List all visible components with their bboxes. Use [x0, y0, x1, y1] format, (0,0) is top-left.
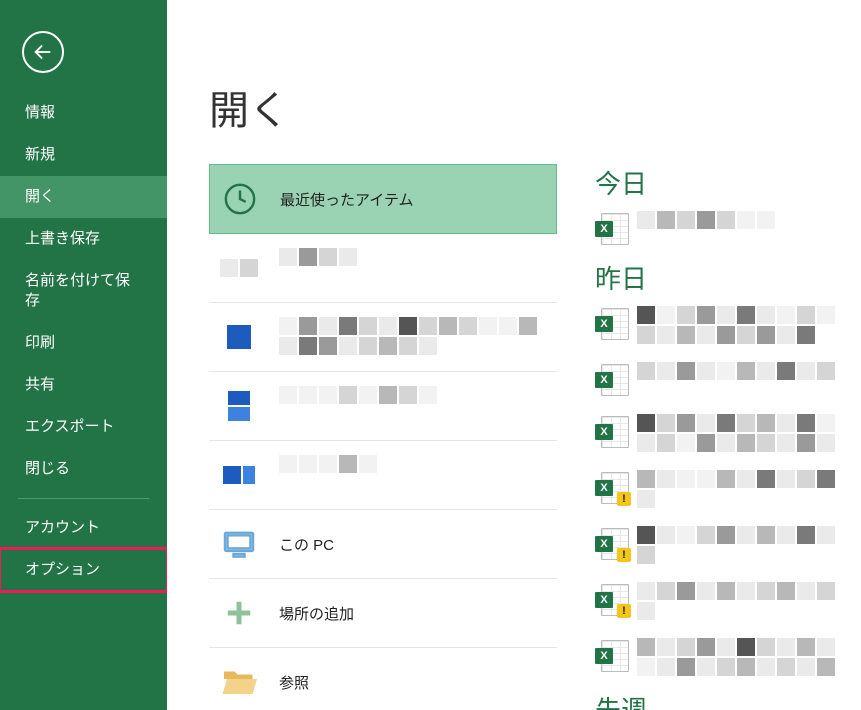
open-locations: 最近使ったアイテム	[209, 164, 557, 710]
folder-open-icon	[219, 662, 259, 702]
plus-icon	[219, 593, 259, 633]
excel-file-icon: X	[595, 306, 629, 340]
redacted-text	[279, 248, 357, 266]
arrow-left-icon	[32, 41, 54, 63]
location-redacted-4[interactable]	[209, 441, 557, 510]
location-add-place[interactable]: 場所の追加	[209, 579, 557, 648]
nav-item-new[interactable]: 新規	[0, 134, 167, 176]
file-item[interactable]: X	[595, 207, 849, 259]
nav-item-share[interactable]: 共有	[0, 364, 167, 406]
location-add-place-label: 場所の追加	[279, 603, 354, 624]
nav-item-print[interactable]: 印刷	[0, 322, 167, 364]
recent-files: 今日 X 昨日 X	[595, 164, 861, 710]
location-browse[interactable]: 参照	[209, 648, 557, 710]
backstage-main: 開く 最近使ったアイテム	[167, 0, 861, 710]
file-item[interactable]: X!	[595, 466, 849, 522]
excel-file-icon: X	[595, 362, 629, 396]
file-item[interactable]: X!	[595, 522, 849, 578]
redacted-icon	[219, 455, 259, 495]
nav-item-close[interactable]: 閉じる	[0, 448, 167, 490]
location-recent-label: 最近使ったアイテム	[280, 189, 414, 210]
back-button[interactable]	[22, 31, 64, 73]
nav-item-export[interactable]: エクスポート	[0, 406, 167, 448]
excel-file-icon: X	[595, 414, 629, 448]
redacted-filename	[637, 526, 849, 564]
location-this-pc-label: この PC	[279, 534, 334, 555]
nav-item-save-as[interactable]: 名前を付けて保存	[0, 260, 167, 322]
page-title: 開く	[209, 78, 861, 136]
nav-item-info[interactable]: 情報	[0, 92, 167, 134]
excel-file-icon-warn: X!	[595, 526, 629, 560]
excel-file-icon: X	[595, 638, 629, 672]
redacted-text	[279, 455, 377, 473]
redacted-icon	[219, 248, 259, 288]
nav-item-save[interactable]: 上書き保存	[0, 218, 167, 260]
file-item[interactable]: X	[595, 410, 849, 466]
location-this-pc[interactable]: この PC	[209, 510, 557, 579]
file-item[interactable]: X!	[595, 578, 849, 634]
group-last-week: 先週	[595, 690, 849, 710]
redacted-filename	[637, 211, 849, 229]
excel-file-icon-warn: X!	[595, 582, 629, 616]
redacted-filename	[637, 470, 849, 508]
redacted-filename	[637, 582, 849, 620]
file-item[interactable]: X	[595, 302, 849, 358]
redacted-filename	[637, 638, 849, 676]
file-item[interactable]: X	[595, 634, 849, 690]
location-redacted-1[interactable]	[209, 234, 557, 303]
nav-item-open[interactable]: 開く	[0, 176, 167, 218]
redacted-filename	[637, 306, 849, 344]
nav-item-account[interactable]: アカウント	[0, 507, 167, 549]
redacted-text	[279, 317, 547, 355]
redacted-text	[279, 386, 437, 404]
clock-icon	[220, 179, 260, 219]
redacted-filename	[637, 414, 849, 452]
backstage-sidebar: 情報 新規 開く 上書き保存 名前を付けて保存 印刷 共有 エクスポート 閉じる…	[0, 0, 167, 710]
monitor-icon	[219, 524, 259, 564]
nav-item-options[interactable]: オプション	[0, 549, 167, 591]
redacted-icon	[219, 317, 259, 357]
excel-file-icon-warn: X!	[595, 470, 629, 504]
backstage-nav: 情報 新規 開く 上書き保存 名前を付けて保存 印刷 共有 エクスポート 閉じる…	[0, 92, 167, 591]
location-browse-label: 参照	[279, 672, 309, 693]
group-today: 今日	[595, 164, 849, 201]
location-redacted-3[interactable]	[209, 372, 557, 441]
location-recent[interactable]: 最近使ったアイテム	[209, 164, 557, 234]
redacted-icon	[219, 386, 259, 426]
redacted-filename	[637, 362, 849, 380]
excel-file-icon: X	[595, 211, 629, 245]
file-item[interactable]: X	[595, 358, 849, 410]
group-yesterday: 昨日	[595, 259, 849, 296]
nav-separator	[18, 498, 149, 499]
location-redacted-2[interactable]	[209, 303, 557, 372]
